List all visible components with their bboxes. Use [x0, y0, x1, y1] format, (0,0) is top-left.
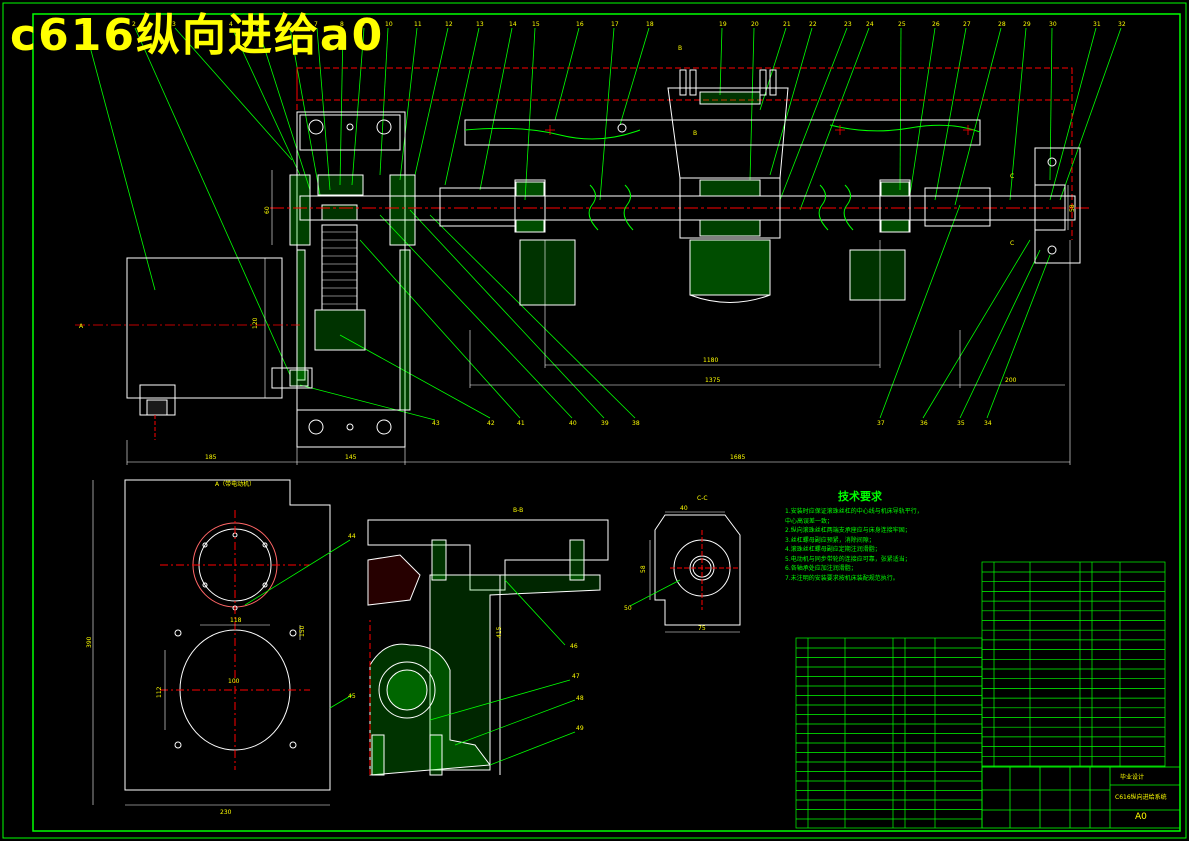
view-b-b-title: B-B [513, 507, 523, 514]
callout-15: 15 [532, 21, 540, 28]
section-marker-b: B [678, 45, 682, 52]
callout-29: 29 [1023, 21, 1031, 28]
tech-item: 中心高误差一致； [785, 517, 834, 525]
dim-230: 230 [220, 809, 232, 816]
leader-lines [84, 27, 1122, 421]
main-assembly [75, 67, 1090, 465]
section-marker-b2: B [693, 130, 697, 137]
callout-34: 34 [984, 420, 992, 427]
callout-27: 27 [963, 21, 971, 28]
callout-22: 22 [809, 21, 817, 28]
tech-item: 1.安装时应保证滚珠丝杠的中心线与机床导轨平行， [785, 508, 923, 515]
callout-46: 46 [570, 643, 578, 650]
dim-1375: 1375 [705, 377, 720, 384]
callout-16: 16 [576, 21, 584, 28]
view-c-c [649, 511, 741, 633]
callout-26: 26 [932, 21, 940, 28]
callout-37: 37 [877, 420, 885, 427]
callout-24: 24 [866, 21, 874, 28]
drawing-number: A0 [1135, 812, 1147, 822]
dim-112: 112 [156, 686, 163, 698]
callout-14: 14 [509, 21, 517, 28]
callout-21: 21 [783, 21, 791, 28]
callout-20: 20 [751, 21, 759, 28]
dim-60: 60 [264, 206, 271, 214]
callout-39: 39 [601, 420, 609, 427]
dim-150: 150 [299, 625, 306, 637]
view-a-title: A（带电动机） [215, 480, 255, 488]
section-marker-c: C [1010, 173, 1014, 180]
callout-38: 38 [632, 420, 640, 427]
tech-item: 4.滚珠丝杠螺母副应定期注润滑脂； [785, 546, 881, 553]
outer-frame [2, 2, 1187, 839]
callout-18: 18 [646, 21, 654, 28]
callout-10: 10 [385, 21, 393, 28]
tech-item: 3.丝杠螺母副应预紧，消除间隙； [785, 536, 875, 544]
callout-32: 32 [1118, 21, 1126, 28]
tech-item: 5.电动机与同步带轮的连接应可靠，张紧适当； [785, 555, 911, 563]
callout-23: 23 [844, 21, 852, 28]
tech-item: 6.各轴承处应加注润滑脂； [785, 565, 857, 572]
callouts-bottom: 43 42 41 40 39 38 37 36 35 34 [432, 420, 992, 427]
callout-28: 28 [998, 21, 1006, 28]
callout-48: 48 [576, 695, 584, 702]
callout-30: 30 [1049, 21, 1057, 28]
section-marker-a: A [79, 323, 84, 330]
callout-11: 11 [414, 21, 422, 28]
dim-75: 75 [698, 625, 706, 632]
callout-47: 47 [572, 673, 580, 680]
dim-1180: 1180 [703, 357, 718, 364]
dim-145: 145 [345, 454, 357, 461]
dim-100: 100 [228, 678, 240, 685]
dim-390: 390 [86, 636, 93, 648]
dim-118: 118 [230, 617, 242, 624]
title-block-name: C616纵向进给系统 [1115, 794, 1167, 801]
callout-42: 42 [487, 420, 495, 427]
tech-item: 2.纵向滚珠丝杠两端支承座应与床身连接牢固； [785, 527, 911, 534]
callout-40: 40 [569, 420, 577, 427]
callout-43: 43 [432, 420, 440, 427]
callout-17: 17 [611, 21, 619, 28]
engineering-drawing: 1 2 3 4 5 6 7 8 9 10 11 12 13 14 15 16 17 18 19 20 21 22 23 24 2… [2, 2, 1187, 839]
callout-25: 25 [898, 21, 906, 28]
dim-40: 40 [680, 505, 688, 512]
callout-41: 41 [517, 420, 525, 427]
belt-pulley [321, 224, 358, 311]
dim-120: 120 [252, 317, 259, 329]
dim-58-r: 58 [1069, 204, 1076, 212]
title-block-school: 毕业设计 [1120, 774, 1145, 781]
dimension-labels: 1180 1375 200 185 145 1685 120 60 58 A B… [79, 45, 1076, 461]
gearbox-housing [296, 111, 406, 448]
dim-415: 415 [496, 626, 503, 638]
tech-item: 7.未注明的安装要求按机床装配规范执行。 [785, 574, 899, 582]
overlay-title: c616纵向进给a0 [10, 10, 385, 61]
tech-requirements-list: 1.安装时应保证滚珠丝杠的中心线与机床导轨平行， 中心高误差一致； 2.纵向滚珠… [785, 507, 980, 583]
callout-49: 49 [576, 725, 584, 732]
dim-200: 200 [1005, 377, 1017, 384]
callout-45: 45 [348, 693, 356, 700]
callout-36: 36 [920, 420, 928, 427]
callout-12: 12 [445, 21, 453, 28]
tech-requirements-title: 技术要求 [838, 490, 882, 503]
callout-35: 35 [957, 420, 965, 427]
callout-44: 44 [348, 533, 356, 540]
dim-185: 185 [205, 454, 217, 461]
callout-31: 31 [1093, 21, 1101, 28]
section-marker-c2: C [1010, 240, 1014, 247]
callout-13: 13 [476, 21, 484, 28]
callout-50: 50 [624, 605, 632, 612]
view-c-c-title: C-C [697, 495, 708, 502]
view-a-motor-mount [92, 479, 331, 806]
dim-1685: 1685 [730, 454, 745, 461]
dim-58: 58 [640, 565, 647, 573]
callout-19: 19 [719, 21, 727, 28]
